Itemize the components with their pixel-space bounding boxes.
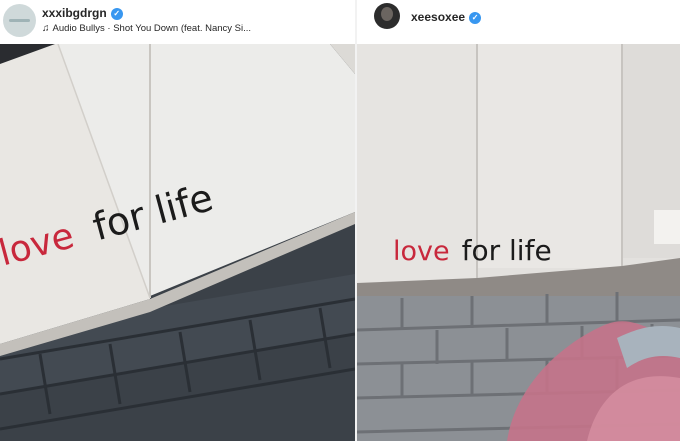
avatar[interactable] (374, 3, 400, 29)
post-header: xeesoxee ✓ (357, 0, 680, 44)
verified-badge-icon: ✓ (469, 12, 482, 24)
audio-label: Audio Bullys · Shot You Down (feat. Nanc… (52, 23, 252, 34)
username[interactable]: xeesoxee (411, 10, 465, 24)
post-right: xeesoxee ✓ love for life (357, 0, 680, 441)
music-note-icon: ♫ (42, 23, 50, 34)
post-photo[interactable]: love for life (357, 38, 680, 441)
avatar[interactable] (3, 4, 36, 37)
post-left: xxxibgdrgn ✓ ♫ Audio Bullys · Shot You Dow… (0, 0, 355, 441)
post-header: xxxibgdrgn ✓ ♫ Audio Bullys · Shot You Dow… (0, 0, 355, 44)
post-photo[interactable]: love for life (0, 44, 355, 441)
username-row: xxxibgdrgn ✓ (42, 6, 123, 20)
username-row: xeesoxee ✓ (411, 10, 482, 24)
graffiti-text: love for life (393, 234, 552, 267)
graffiti-for-life: for life (461, 234, 552, 267)
audio-track[interactable]: ♫ Audio Bullys · Shot You Down (feat. Nan… (42, 23, 251, 34)
verified-badge-icon: ✓ (110, 8, 123, 20)
username[interactable]: xxxibgdrgn (42, 6, 107, 20)
graffiti-love: love (393, 236, 450, 267)
